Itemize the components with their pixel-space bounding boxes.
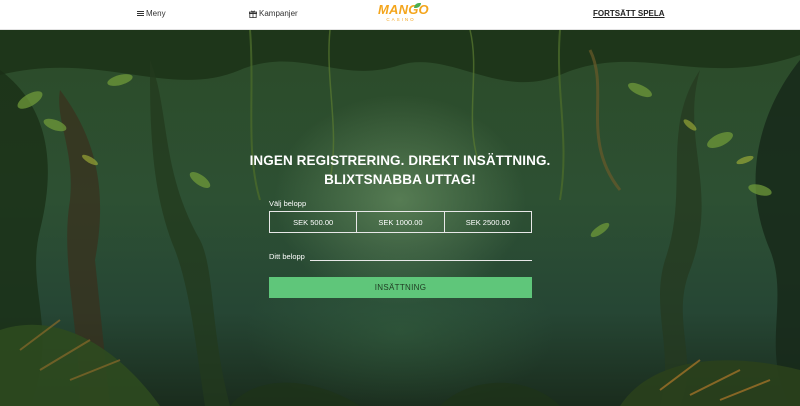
promotions-label: Kampanjer xyxy=(259,9,298,18)
menu-button[interactable]: Meny xyxy=(137,9,166,18)
logo-subtitle: CASINO xyxy=(386,17,416,22)
jungle-hero: INGEN REGISTRERING. DIREKT INSÄTTNING. B… xyxy=(0,30,800,406)
top-navigation-bar: Meny Kampanjer MANGO CASINO FORTSÄTT SPE… xyxy=(0,0,800,30)
your-amount-label: Ditt belopp xyxy=(269,252,305,261)
promotions-button[interactable]: Kampanjer xyxy=(249,9,298,18)
hero-headline: INGEN REGISTRERING. DIREKT INSÄTTNING. B… xyxy=(240,151,560,189)
hamburger-icon xyxy=(137,10,144,17)
mango-casino-logo[interactable]: MANGO CASINO xyxy=(378,3,429,27)
amount-options: SEK 500.00 SEK 1000.00 SEK 2500.00 xyxy=(269,211,532,233)
gift-icon xyxy=(249,10,257,18)
amount-option-2500[interactable]: SEK 2500.00 xyxy=(445,212,531,232)
deposit-button[interactable]: INSÄTTNING xyxy=(269,277,532,298)
continue-playing-link[interactable]: FORTSÄTT SPELA xyxy=(593,9,665,18)
headline-line-2: BLIXTSNABBA UTTAG! xyxy=(324,172,476,187)
amount-option-1000[interactable]: SEK 1000.00 xyxy=(357,212,445,232)
headline-line-1: INGEN REGISTRERING. DIREKT INSÄTTNING. xyxy=(249,153,551,168)
amount-input[interactable] xyxy=(310,251,532,261)
amount-option-500[interactable]: SEK 500.00 xyxy=(270,212,358,232)
choose-amount-label: Välj belopp xyxy=(269,199,307,208)
menu-label: Meny xyxy=(146,9,166,18)
